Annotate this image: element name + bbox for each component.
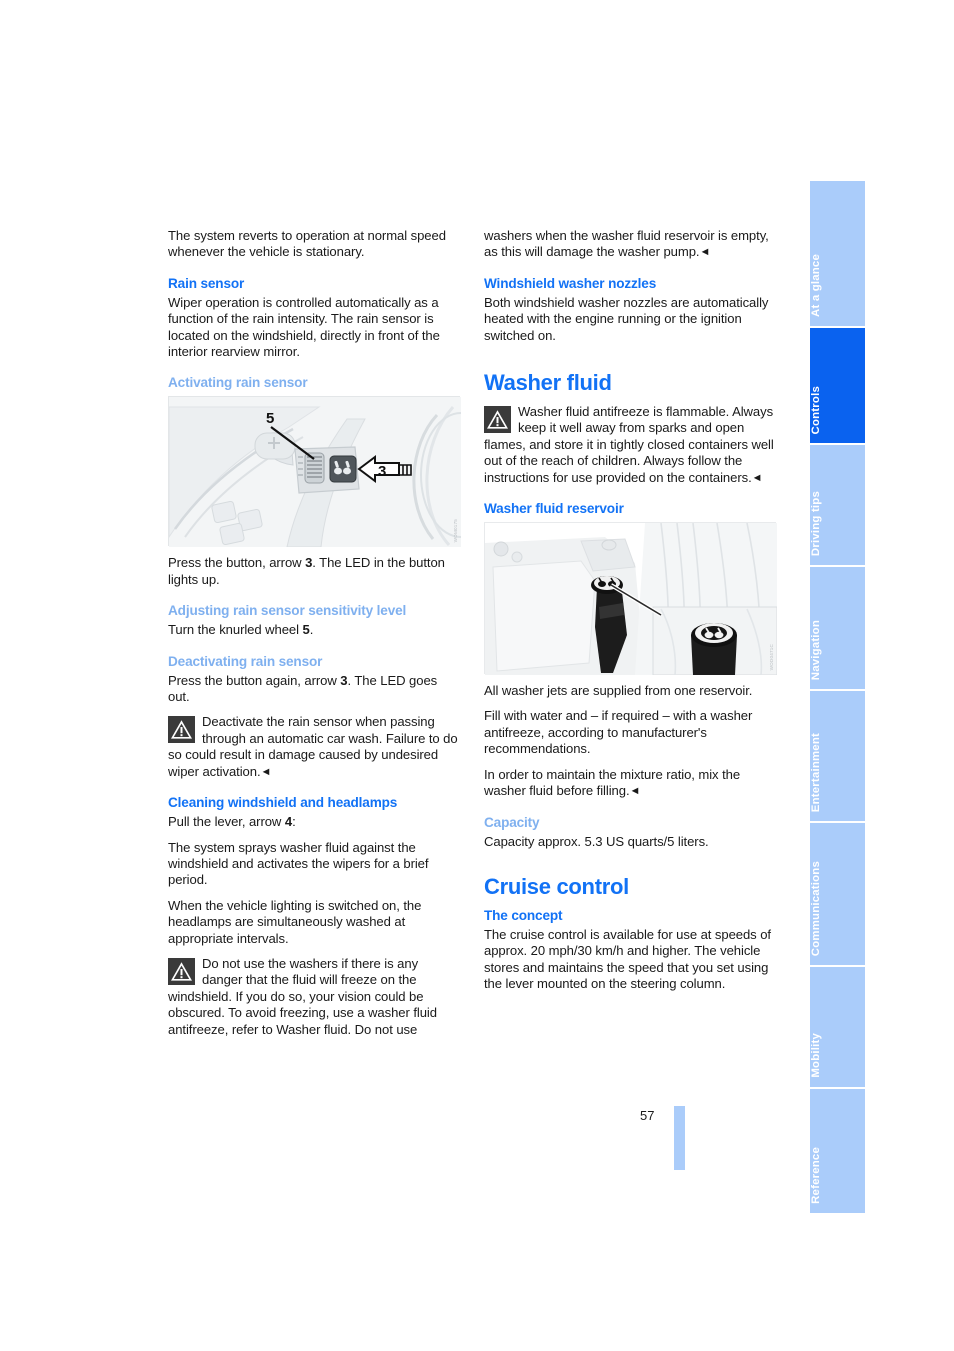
heading-activating-rain-sensor: Activating rain sensor <box>168 375 308 391</box>
page-edge-marker <box>674 1106 685 1170</box>
section-tabs-sidebar: At a glance Controls Driving tips Naviga… <box>810 181 865 1215</box>
heading-adjusting-sensitivity: Adjusting rain sensor sensitivity level <box>168 603 407 619</box>
warning-triangle-icon <box>168 716 195 744</box>
reservoir-illustration <box>485 522 778 676</box>
figure-wiper-lever: 5 3 WOM0175 <box>168 396 502 548</box>
end-marker-icon: ◄ <box>260 765 272 778</box>
adjusting-paragraph: Turn the knurled wheel 5. <box>168 622 460 638</box>
heading-washer-nozzles: Windshield washer nozzles <box>484 275 657 291</box>
cleaning-paragraph-1: Pull the lever, arrow 4: <box>168 814 460 830</box>
sidebar-tab-entertainment[interactable]: Entertainment <box>810 691 865 821</box>
warning-triangle-icon <box>168 957 195 985</box>
figure-credit: WOM0175 <box>453 519 458 543</box>
sidebar-tab-label: Entertainment <box>810 732 822 812</box>
sidebar-tab-label: At a glance <box>810 254 822 317</box>
warning-block-freeze: Do not use the washers if there is any d… <box>168 956 460 1038</box>
cleaning-paragraph-3: When the vehicle lighting is switched on… <box>168 897 422 946</box>
heading-deactivating-rain-sensor: Deactivating rain sensor <box>168 653 323 669</box>
sidebar-tab-reference[interactable]: Reference <box>810 1089 865 1213</box>
sidebar-tab-label: Communications <box>810 860 822 956</box>
reservoir-paragraph-3: In order to maintain the mixture ratio, … <box>484 767 776 800</box>
sidebar-tab-label: Mobility <box>810 1033 822 1078</box>
warning-text-car-wash: Deactivate the rain sensor when passing … <box>168 714 458 779</box>
end-marker-icon: ◄ <box>751 471 763 484</box>
sidebar-tab-mobility[interactable]: Mobility <box>810 967 865 1087</box>
heading-the-concept: The concept <box>484 907 563 923</box>
svg-text:3: 3 <box>378 463 386 480</box>
sidebar-tab-at-a-glance[interactable]: At a glance <box>810 181 865 326</box>
rain-sensor-paragraph: Wiper operation is controlled automatica… <box>168 294 440 360</box>
activating-paragraph: Press the button, arrow 3. The LED in th… <box>168 555 460 588</box>
activating-pre: Press the button, arrow <box>168 555 306 571</box>
sidebar-tab-label: Controls <box>810 385 822 434</box>
sidebar-tab-driving-tips[interactable]: Driving tips <box>810 445 865 565</box>
adjusting-post: . <box>309 622 314 638</box>
warning-text-freeze: Do not use the washers if there is any d… <box>168 955 437 1037</box>
figure-washer-fluid-reservoir: WOD0471C <box>484 522 778 676</box>
sidebar-tab-navigation[interactable]: Navigation <box>810 567 865 689</box>
sidebar-tab-label: Driving tips <box>810 490 822 556</box>
end-marker-icon: ◄ <box>699 246 711 259</box>
sidebar-tab-label: Reference <box>810 1147 822 1204</box>
figure-label-5: 5 <box>266 410 274 427</box>
reservoir-paragraph-2: Fill with water and – if required – with… <box>484 708 753 757</box>
cleaning-post: : <box>292 814 296 830</box>
nozzles-paragraph: Both windshield washer nozzles are autom… <box>484 294 769 343</box>
adjusting-pre: Turn the knurled wheel <box>168 622 303 638</box>
cleaning-pre: Pull the lever, arrow <box>168 814 285 830</box>
sidebar-tab-controls[interactable]: Controls <box>810 328 865 443</box>
warning-block-flammable: Washer fluid antifreeze is flammable. Al… <box>484 404 776 486</box>
end-marker-icon: ◄ <box>629 785 641 798</box>
page-number: 57 <box>640 1108 655 1123</box>
deactivating-pre: Press the button again, arrow <box>168 672 341 688</box>
capacity-paragraph: Capacity approx. 5.3 US quarts/5 liters. <box>484 833 709 849</box>
cruise-control-paragraph: The cruise control is available for use … <box>484 926 771 992</box>
adjusting-wheel-ref: 5 <box>302 622 310 638</box>
deactivating-arrow-ref: 3 <box>340 672 348 688</box>
heading-washer-fluid: Washer fluid <box>484 370 612 396</box>
right-column: washers when the washer fluid reservoir … <box>484 228 778 1002</box>
left-column: The system reverts to operation at norma… <box>168 228 502 1047</box>
reservoir-paragraph-1: All washer jets are supplied from one re… <box>484 683 753 699</box>
heading-rain-sensor: Rain sensor <box>168 275 245 291</box>
heading-cruise-control: Cruise control <box>484 873 629 899</box>
warning-continued-text: washers when the washer fluid reservoir … <box>484 228 769 260</box>
warning-continued-paragraph: washers when the washer fluid reservoir … <box>484 228 776 261</box>
warning-triangle-icon <box>484 406 511 434</box>
heading-cleaning-windshield: Cleaning windshield and headlamps <box>168 795 398 811</box>
sidebar-tab-label: Navigation <box>810 619 822 680</box>
warning-text-flammable: Washer fluid antifreeze is flammable. Al… <box>484 404 774 485</box>
reservoir-paragraph-3-text: In order to maintain the mixture ratio, … <box>484 766 741 799</box>
cleaning-arrow-ref: 4 <box>284 814 293 830</box>
warning-block-car-wash: Deactivate the rain sensor when passing … <box>168 714 460 780</box>
manual-page: The system reverts to operation at norma… <box>0 0 954 1351</box>
sidebar-tab-communications[interactable]: Communications <box>810 823 865 965</box>
heading-capacity: Capacity <box>484 814 540 830</box>
deactivating-paragraph: Press the button again, arrow 3. The LED… <box>168 673 460 706</box>
figure-credit: WOD0471C <box>769 643 774 671</box>
intro-paragraph: The system reverts to operation at norma… <box>168 228 446 260</box>
heading-washer-fluid-reservoir: Washer fluid reservoir <box>484 501 624 517</box>
wiper-lever-illustration: 5 3 <box>168 397 502 548</box>
cleaning-paragraph-2: The system sprays washer fluid against t… <box>168 839 429 888</box>
